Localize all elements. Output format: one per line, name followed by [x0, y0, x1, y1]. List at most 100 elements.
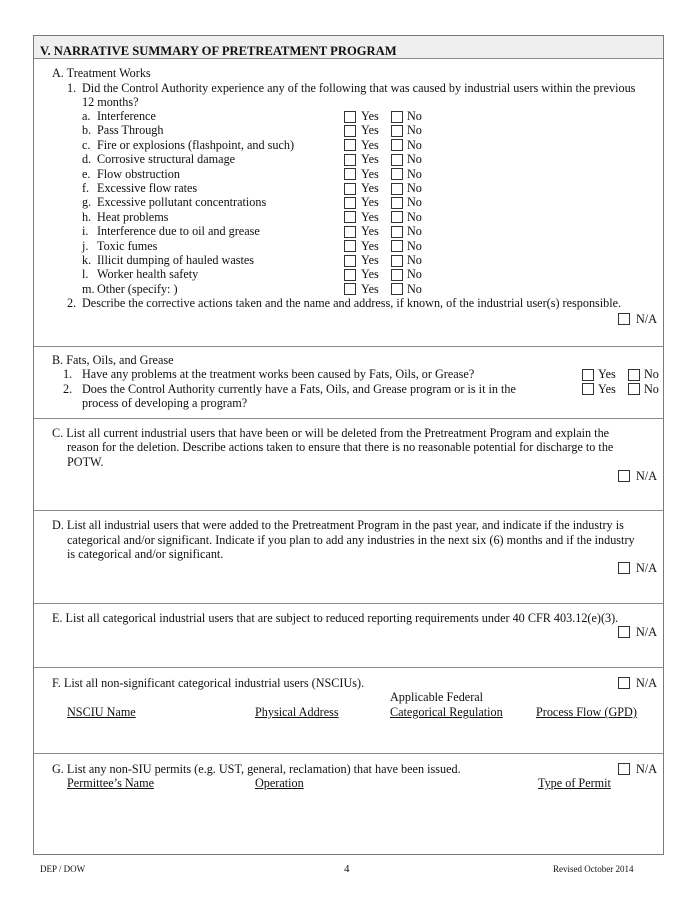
question-a1-text-cont: 12 months?	[82, 95, 139, 109]
item-yes-checkbox[interactable]	[344, 153, 356, 166]
question-b1-no-checkbox[interactable]	[628, 369, 640, 381]
column-header-type-of-permit: Type of Permit	[538, 776, 611, 790]
column-header-physical-address: Physical Address	[255, 705, 339, 719]
item-label: Interference due to oil and grease	[97, 224, 260, 239]
item-yes-label: Yes	[361, 195, 379, 210]
section-g-na-checkbox[interactable]	[618, 763, 630, 775]
item-label: Heat problems	[97, 209, 169, 224]
item-yes-checkbox[interactable]	[344, 283, 356, 296]
section-a-heading: A. Treatment Works	[52, 66, 151, 80]
section-f-na-checkbox[interactable]	[618, 677, 630, 689]
item-no-label: No	[407, 238, 422, 253]
item-yes-checkbox[interactable]	[344, 225, 356, 238]
item-no-label: No	[407, 109, 422, 123]
item-yes-checkbox[interactable]	[344, 254, 356, 267]
section-c-text-cont2: POTW.	[67, 455, 104, 469]
question-b2-number: 2.	[63, 382, 73, 396]
item-no-checkbox[interactable]	[391, 211, 403, 224]
item-yes-label: Yes	[361, 209, 379, 224]
item-no-checkbox[interactable]	[391, 254, 403, 267]
item-yes-label: Yes	[361, 253, 379, 267]
item-no-checkbox[interactable]	[391, 139, 403, 152]
section-d-text: D. List all industrial users that were a…	[52, 518, 624, 532]
item-letter: a.	[82, 109, 91, 123]
item-label: Worker health safety	[97, 267, 199, 282]
column-header-permittee-name: Permittee’s Name	[67, 776, 154, 790]
item-letter: f.	[82, 181, 90, 195]
question-a2-text: Describe the corrective actions taken an…	[82, 296, 622, 310]
divider-a-b	[34, 346, 663, 347]
item-yes-label: Yes	[361, 181, 379, 195]
question-a1-text: Did the Control Authority experience any…	[82, 81, 636, 95]
section-c-text-cont: reason for the deletion. Describe action…	[67, 440, 614, 454]
item-no-label: No	[407, 166, 422, 181]
footer-page-number: 4	[344, 863, 350, 875]
section-d-text-cont: categorical and/or significant. Indicate…	[67, 533, 635, 547]
item-no-checkbox[interactable]	[391, 268, 403, 281]
item-no-checkbox[interactable]	[391, 196, 403, 209]
item-yes-label: Yes	[361, 123, 379, 138]
section-e-na-label: N/A	[636, 625, 657, 639]
item-letter: k.	[82, 253, 92, 267]
item-yes-checkbox[interactable]	[344, 196, 356, 209]
item-yes-checkbox[interactable]	[344, 268, 356, 281]
item-no-label: No	[407, 224, 422, 239]
item-letter: i.	[82, 224, 89, 239]
question-b2-no-checkbox[interactable]	[628, 383, 640, 395]
section-c-text: C. List all current industrial users tha…	[52, 426, 610, 440]
section-f-text: F. List all non-significant categorical …	[52, 676, 365, 690]
question-b2-yes-checkbox[interactable]	[582, 383, 594, 395]
divider-b-c	[34, 418, 663, 419]
section-d-na-checkbox[interactable]	[618, 562, 630, 574]
question-b1-yes-checkbox[interactable]	[582, 369, 594, 381]
item-yes-label: Yes	[361, 152, 379, 167]
item-label: Corrosive structural damage	[97, 152, 236, 167]
item-yes-checkbox[interactable]	[344, 139, 356, 152]
footer-agency: DEP / DOW	[40, 864, 86, 874]
question-b1-number: 1.	[63, 367, 73, 381]
item-yes-checkbox[interactable]	[344, 124, 356, 137]
item-letter: d.	[82, 152, 92, 167]
item-no-checkbox[interactable]	[391, 240, 403, 253]
item-yes-checkbox[interactable]	[344, 182, 356, 195]
question-b2-yes-label: Yes	[598, 382, 616, 396]
item-yes-checkbox[interactable]	[344, 168, 356, 181]
item-yes-checkbox[interactable]	[344, 240, 356, 253]
item-yes-label: Yes	[361, 166, 379, 181]
item-letter: b.	[82, 123, 92, 138]
section-title: V. NARRATIVE SUMMARY OF PRETREATMENT PRO…	[40, 44, 397, 58]
question-a1-number: 1.	[67, 81, 77, 95]
column-header-nsciu-name: NSCIU Name	[67, 705, 136, 719]
item-no-checkbox[interactable]	[391, 283, 403, 296]
section-f-na-label: N/A	[636, 676, 657, 690]
column-header-federal-regulation-line1: Applicable Federal	[390, 690, 484, 704]
section-a-na-checkbox[interactable]	[618, 313, 630, 325]
item-yes-checkbox[interactable]	[344, 110, 356, 123]
item-label: Interference	[97, 109, 156, 123]
section-e-na-checkbox[interactable]	[618, 626, 630, 638]
item-yes-label: Yes	[361, 238, 379, 253]
section-g-na-label: N/A	[636, 762, 657, 776]
divider-f-g	[34, 753, 663, 754]
item-no-label: No	[407, 253, 422, 267]
section-d-text-cont2: is categorical and/or significant.	[67, 547, 224, 561]
item-no-checkbox[interactable]	[391, 124, 403, 137]
item-no-checkbox[interactable]	[391, 225, 403, 238]
question-b1-no-label: No	[644, 367, 659, 381]
item-label: Excessive flow rates	[97, 181, 198, 195]
section-c-na-checkbox[interactable]	[618, 470, 630, 482]
item-no-label: No	[407, 181, 422, 195]
item-yes-checkbox[interactable]	[344, 211, 356, 224]
item-no-label: No	[407, 137, 422, 152]
item-no-checkbox[interactable]	[391, 168, 403, 181]
item-no-checkbox[interactable]	[391, 182, 403, 195]
question-b2-text-cont: process of developing a program?	[82, 396, 248, 410]
question-a2-number: 2.	[67, 296, 77, 310]
divider-c-d	[34, 510, 663, 511]
item-no-checkbox[interactable]	[391, 110, 403, 123]
question-b2-no-label: No	[644, 382, 659, 396]
item-no-label: No	[407, 195, 422, 210]
question-b2-text: Does the Control Authority currently hav…	[82, 382, 516, 396]
item-no-checkbox[interactable]	[391, 153, 403, 166]
item-label: Excessive pollutant concentrations	[97, 195, 267, 210]
